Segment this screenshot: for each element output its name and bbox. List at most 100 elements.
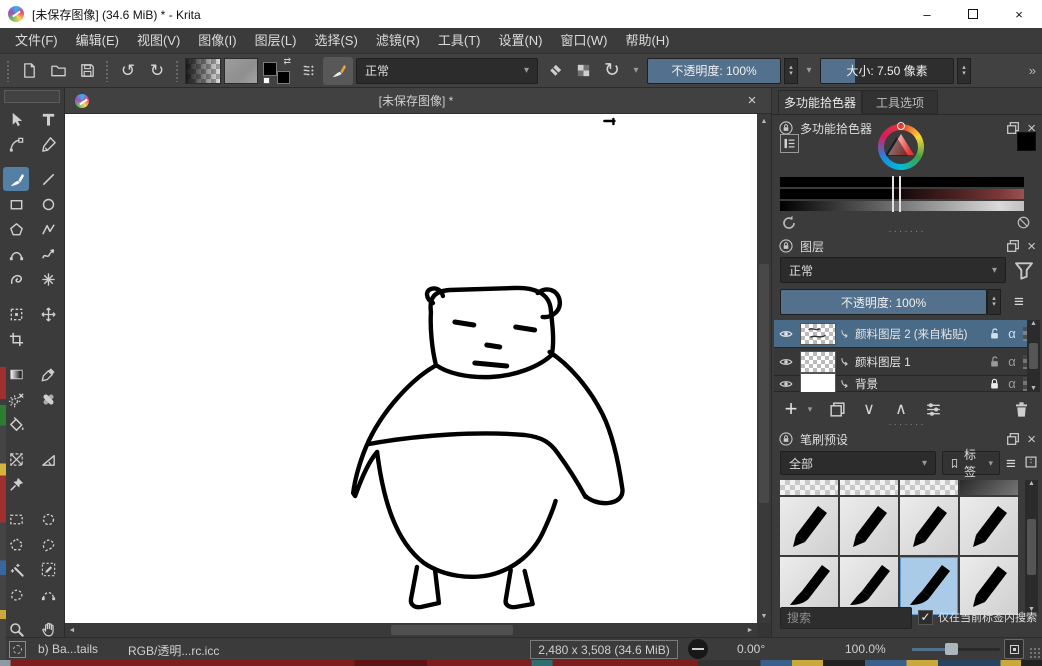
- brush-preset-tile[interactable]: [960, 480, 1018, 495]
- tool-color-sampler[interactable]: [35, 362, 61, 386]
- color-wheel[interactable]: [878, 124, 924, 170]
- hsv-triangle[interactable]: [886, 133, 916, 161]
- color-space-button[interactable]: [780, 134, 799, 153]
- layer-opacity-spinner[interactable]: ▴▾: [987, 289, 1001, 315]
- layer-filter-funnel-icon[interactable]: [1012, 258, 1036, 282]
- reload-preset-button[interactable]: ↻: [599, 58, 625, 84]
- preserve-alpha-button[interactable]: [570, 58, 596, 84]
- layer-options-menu-icon[interactable]: ≡: [1014, 293, 1024, 310]
- tool-gradient[interactable]: [3, 362, 29, 386]
- tool-line[interactable]: [35, 167, 61, 191]
- canvas-vertical-scrollbar[interactable]: ▲ ▼: [757, 114, 771, 623]
- canvas-horizontal-scrollbar[interactable]: ◄ ►: [65, 623, 757, 637]
- menu-help[interactable]: 帮助(H): [616, 28, 678, 54]
- tab-advanced-color-selector[interactable]: 多功能拾色器: [778, 90, 862, 114]
- brush-preset-tile[interactable]: [840, 497, 898, 555]
- brush-preset-tile[interactable]: [960, 557, 1018, 615]
- blending-mode-dropdown[interactable]: 正常 ▾: [356, 58, 538, 84]
- brush-preset-tile[interactable]: [780, 497, 838, 555]
- reload-options-caret[interactable]: ▾: [628, 58, 644, 84]
- canvas[interactable]: [65, 114, 757, 623]
- layer-thumbnail[interactable]: [800, 373, 836, 393]
- scroll-right-icon[interactable]: ►: [743, 623, 757, 637]
- scroll-down-icon[interactable]: ▼: [1030, 385, 1037, 392]
- preset-grid-scrollbar[interactable]: ▲ ▼: [1025, 480, 1038, 613]
- menu-settings[interactable]: 设置(N): [489, 28, 551, 54]
- canvas-rotation-knob[interactable]: [688, 639, 708, 659]
- layer-visible-eye-icon[interactable]: [778, 326, 794, 342]
- foreground-background-colors[interactable]: ⇄: [261, 57, 291, 85]
- gradient-swatch-button[interactable]: [185, 58, 221, 84]
- eraser-mode-button[interactable]: [541, 58, 567, 84]
- vertical-scroll-thumb[interactable]: [759, 264, 769, 503]
- menu-select[interactable]: 选择(S): [305, 28, 366, 54]
- horizontal-scroll-thumb[interactable]: [391, 625, 513, 635]
- opacity-options-caret[interactable]: ▾: [801, 58, 817, 84]
- swap-colors-icon[interactable]: ⇄: [283, 57, 291, 66]
- layer-row-background[interactable]: 背景 α: [774, 376, 1040, 392]
- tool-smart-patch[interactable]: [35, 387, 61, 411]
- tool-transform[interactable]: [3, 302, 29, 326]
- brush-size-slider[interactable]: 大小: 7.50 像素: [820, 58, 954, 84]
- scroll-up-icon[interactable]: ▲: [1030, 320, 1037, 327]
- color-bar-saturation[interactable]: [780, 189, 1024, 199]
- layer-blend-mode-dropdown[interactable]: 正常 ▾: [780, 257, 1006, 283]
- tool-select-outline[interactable]: [3, 582, 29, 606]
- brush-preset-tile[interactable]: [900, 497, 958, 555]
- checkbox-checked[interactable]: ✓: [918, 610, 933, 625]
- brush-preset-tile[interactable]: [960, 497, 1018, 555]
- hue-ring-selector[interactable]: [897, 122, 905, 130]
- tool-select-rectangle[interactable]: [3, 507, 29, 531]
- reset-colors-icon[interactable]: [263, 77, 270, 84]
- bar-handle[interactable]: [892, 176, 901, 188]
- inherit-alpha-icon[interactable]: α: [1004, 354, 1020, 369]
- tool-select-ellipse[interactable]: [35, 507, 61, 531]
- tool-move[interactable]: [35, 302, 61, 326]
- menu-edit[interactable]: 编辑(E): [67, 28, 128, 54]
- layer-thumbnail[interactable]: [800, 323, 836, 345]
- add-layer-button[interactable]: +: [778, 396, 804, 422]
- minimize-button[interactable]: –: [904, 0, 950, 28]
- menu-image[interactable]: 图像(I): [189, 28, 245, 54]
- spin-down-icon[interactable]: ▾: [962, 71, 966, 77]
- tool-polyline[interactable]: [35, 217, 61, 241]
- save-button[interactable]: [74, 58, 100, 84]
- scroll-down-icon[interactable]: ▼: [757, 609, 771, 623]
- preset-filter-dropdown[interactable]: 全部 ▾: [780, 451, 936, 475]
- bar-handle[interactable]: [892, 188, 901, 200]
- tag-button[interactable]: 标签 ▾: [942, 451, 1000, 475]
- current-color-swatch[interactable]: [1017, 132, 1036, 151]
- close-docker-icon[interactable]: ×: [1027, 432, 1036, 447]
- layers-docker-header[interactable]: 图层 ×: [772, 236, 1042, 256]
- canvas-tab-bar[interactable]: [未保存图像] * ×: [65, 88, 771, 114]
- color-bar-hue[interactable]: [780, 177, 1024, 187]
- preset-search-input[interactable]: [780, 607, 912, 629]
- docker-splitter[interactable]: ·······: [772, 228, 1042, 235]
- tool-polygon[interactable]: [3, 217, 29, 241]
- docker-splitter[interactable]: ·······: [772, 421, 1042, 428]
- pattern-swatch-button[interactable]: [224, 58, 258, 84]
- float-docker-icon[interactable]: [1005, 431, 1021, 447]
- choose-brush-preset-button[interactable]: [294, 58, 320, 84]
- delete-layer-button[interactable]: [1008, 396, 1034, 422]
- scroll-up-icon[interactable]: ▲: [757, 114, 771, 128]
- tool-freehand-path[interactable]: [35, 242, 61, 266]
- tool-freehand-brush[interactable]: [3, 167, 29, 191]
- tool-select-bezier[interactable]: [35, 582, 61, 606]
- docker-lock-icon[interactable]: [778, 238, 794, 254]
- layer-lock-icon[interactable]: [987, 376, 1002, 391]
- move-layer-down-button[interactable]: ∨: [856, 396, 882, 422]
- tool-ellipse[interactable]: [35, 192, 61, 216]
- menu-tools[interactable]: 工具(T): [429, 28, 490, 54]
- new-document-button[interactable]: [16, 58, 42, 84]
- menu-filter[interactable]: 滤镜(R): [367, 28, 429, 54]
- docker-lock-icon[interactable]: [778, 431, 794, 447]
- scroll-thumb[interactable]: [1027, 519, 1036, 575]
- duplicate-layer-button[interactable]: [824, 396, 850, 422]
- undo-button[interactable]: ↺: [115, 58, 141, 84]
- tool-text[interactable]: [35, 107, 61, 131]
- close-docker-icon[interactable]: ×: [1027, 239, 1036, 254]
- canvas-close-icon[interactable]: ×: [743, 92, 761, 109]
- tool-transform-select[interactable]: [3, 107, 29, 131]
- tool-measure[interactable]: [35, 447, 61, 471]
